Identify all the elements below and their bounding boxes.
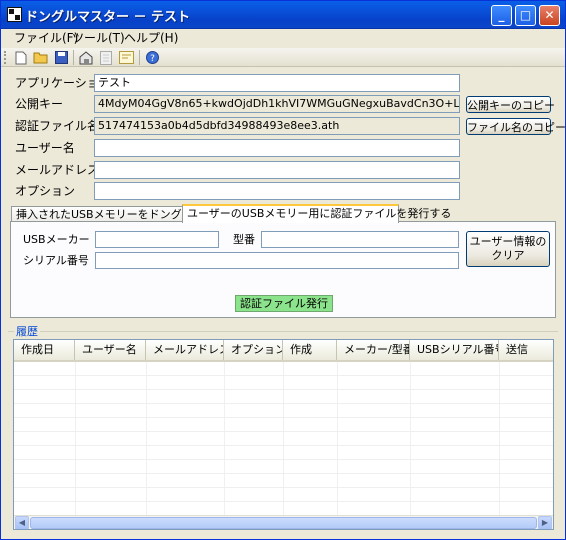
toolbar: ? — [1, 48, 565, 67]
scroll-right-icon[interactable]: ▶ — [538, 516, 552, 529]
tab-issue-cert[interactable]: ユーザーのUSBメモリー用に認証ファイルを発行する — [182, 204, 451, 223]
close-button[interactable]: ✕ — [539, 5, 560, 26]
grid-row-line — [14, 403, 553, 404]
grid-row-line — [14, 389, 553, 390]
new-document-icon[interactable] — [13, 50, 29, 65]
cert-file-field[interactable]: 517474153a0b4d5dbfd34988493e8ee3.ath — [94, 117, 460, 135]
col-option[interactable]: オプション — [224, 340, 283, 360]
horizontal-scrollbar[interactable]: ◀ ▶ — [14, 515, 553, 529]
email-label: メールアドレス — [15, 163, 100, 177]
cert-file-label: 認証ファイル名 — [15, 119, 100, 133]
grid-header: 作成日 ユーザー名 メールアドレス オプション 作成 メーカー/型番 USBシリ… — [14, 340, 553, 362]
history-title: 履歴 — [14, 323, 40, 339]
grid-row-line — [14, 417, 553, 418]
maximize-button[interactable]: □ — [515, 5, 536, 26]
copy-public-key-button[interactable]: 公開キーのコピー — [466, 96, 555, 113]
svg-text:?: ? — [150, 54, 155, 64]
col-email[interactable]: メールアドレス — [146, 340, 224, 360]
clear-button-line1: ユーザー情報の — [469, 236, 547, 248]
model-label: 型番 — [233, 233, 255, 246]
maker-label: USBメーカー — [23, 233, 90, 246]
scroll-left-icon[interactable]: ◀ — [15, 516, 29, 529]
public-key-label: 公開キー — [15, 97, 64, 111]
close-icon: ✕ — [544, 8, 555, 22]
scroll-thumb[interactable] — [30, 517, 537, 529]
grid-row-line — [14, 501, 553, 502]
menu-bar: ファイル(F) ツール(T) ヘルプ(H) — [1, 29, 565, 48]
user-name-label: ユーザー名 — [15, 141, 75, 155]
grid-col-line — [410, 362, 411, 515]
main-window: ドングルマスター － テスト _ □ ✕ ファイル(F) ツール(T) ヘルプ(… — [0, 0, 566, 540]
grid-row-line — [14, 487, 553, 488]
dongle-icon[interactable] — [78, 50, 94, 65]
col-created-date[interactable]: 作成日 — [14, 340, 75, 360]
grid-row-line — [14, 431, 553, 432]
minimize-button[interactable]: _ — [491, 5, 512, 26]
history-grid[interactable]: 作成日 ユーザー名 メールアドレス オプション 作成 メーカー/型番 USBシリ… — [13, 339, 554, 530]
open-folder-icon[interactable] — [33, 50, 49, 65]
grid-row-line — [14, 473, 553, 474]
menu-help[interactable]: ヘルプ(H) — [119, 30, 183, 47]
minimize-icon: _ — [498, 8, 505, 22]
maximize-icon: □ — [519, 8, 532, 22]
toolbar-grip[interactable] — [4, 51, 6, 64]
maker-field[interactable] — [95, 231, 219, 248]
grid-col-line — [499, 362, 500, 515]
history-group-border — [8, 331, 558, 332]
col-created[interactable]: 作成 — [283, 340, 337, 360]
grid-col-line — [224, 362, 225, 515]
save-icon[interactable] — [53, 50, 69, 65]
grid-row-line — [14, 375, 553, 376]
app-name-field[interactable]: テスト — [94, 74, 460, 92]
copy-filename-button[interactable]: ファイル名のコピー — [466, 118, 565, 135]
col-user-name[interactable]: ユーザー名 — [75, 340, 146, 360]
serial-field[interactable] — [95, 252, 459, 269]
grid-row-line — [14, 445, 553, 446]
tab-bar: 挿入されたUSBメモリーをドングル化する ユーザーのUSBメモリー用に認証ファイ… — [10, 204, 556, 223]
toolbar-separator — [73, 50, 74, 65]
serial-label: シリアル番号 — [23, 254, 89, 267]
clear-user-info-button[interactable]: ユーザー情報の クリア — [466, 231, 550, 267]
certificate-icon[interactable] — [118, 50, 134, 65]
public-key-field[interactable]: 4MdyM04GgV8n65+kwdOjdDh1khVI7WMGuGNegxuB… — [94, 95, 460, 113]
option-field[interactable] — [94, 182, 460, 200]
user-name-field[interactable] — [94, 139, 460, 157]
grid-col-line — [337, 362, 338, 515]
tab-dongle[interactable]: 挿入されたUSBメモリーをドングル化する — [11, 206, 226, 222]
option-label: オプション — [15, 184, 76, 198]
clear-button-line2: クリア — [491, 250, 525, 262]
help-icon[interactable]: ? — [144, 50, 160, 65]
grid-col-line — [146, 362, 147, 515]
toolbar-separator — [139, 50, 140, 65]
document-icon[interactable] — [98, 50, 114, 65]
issue-cert-button[interactable]: 認証ファイル発行 — [235, 295, 333, 312]
grid-col-line — [75, 362, 76, 515]
col-usb-serial[interactable]: USBシリアル番号 — [410, 340, 499, 360]
grid-col-line — [283, 362, 284, 515]
email-field[interactable] — [94, 161, 460, 179]
col-maker-model[interactable]: メーカー/型番 — [337, 340, 410, 360]
window-title: ドングルマスター － テスト — [25, 10, 191, 25]
model-field[interactable] — [261, 231, 459, 248]
col-send[interactable]: 送信 — [499, 340, 553, 360]
title-bar[interactable]: ドングルマスター － テスト _ □ ✕ — [1, 1, 565, 29]
app-icon — [7, 7, 22, 22]
grid-row-line — [14, 459, 553, 460]
